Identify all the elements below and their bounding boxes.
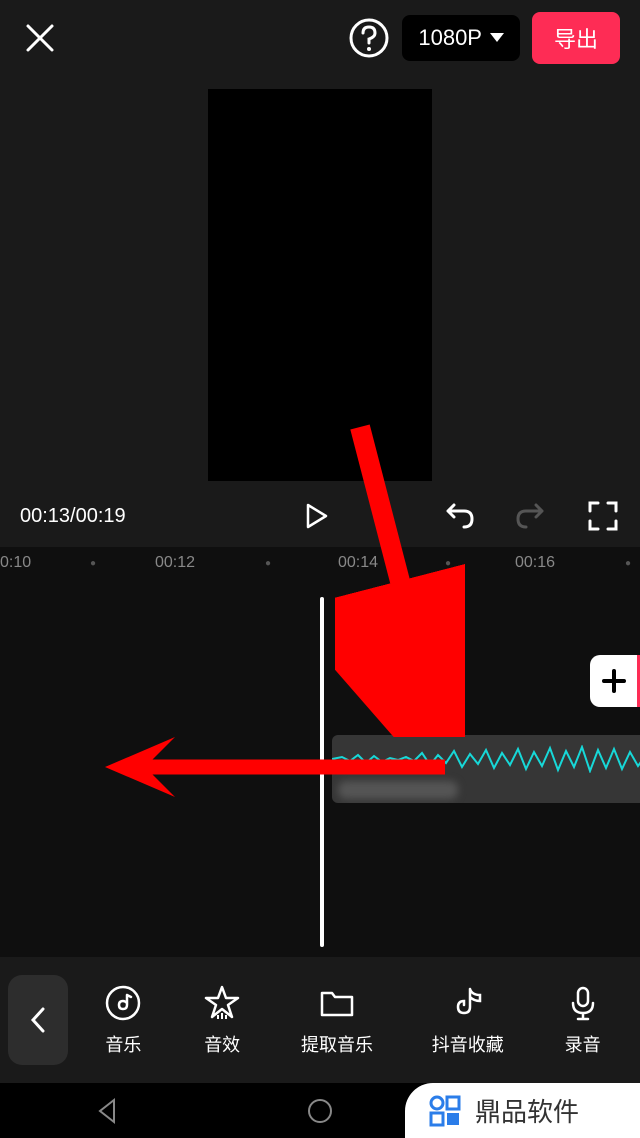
star-icon	[202, 983, 242, 1023]
nav-home-icon[interactable]	[305, 1096, 335, 1126]
tool-sound-effect[interactable]: 音效	[202, 983, 242, 1057]
resolution-button[interactable]: 1080P	[402, 15, 520, 61]
watermark-logo-icon	[425, 1091, 465, 1131]
tool-record[interactable]: 录音	[563, 983, 603, 1057]
tool-label: 音效	[204, 1031, 240, 1057]
system-nav-bar: 鼎品软件	[0, 1083, 640, 1138]
resolution-label: 1080P	[418, 25, 482, 51]
tool-label: 录音	[565, 1031, 601, 1057]
tool-tiktok-favorites[interactable]: 抖音收藏	[432, 983, 504, 1057]
plus-icon	[599, 666, 629, 696]
help-icon[interactable]	[348, 17, 390, 59]
tool-label: 音乐	[105, 1031, 141, 1057]
tool-music[interactable]: 音乐	[103, 983, 143, 1057]
time-display: 00:13/00:19	[20, 505, 190, 528]
annotation-arrow-left	[105, 727, 455, 807]
playback-controls: 00:13/00:19	[0, 485, 640, 547]
close-icon[interactable]	[20, 18, 60, 58]
ruler-mark: 00:12	[155, 554, 195, 572]
add-clip-button[interactable]	[590, 655, 640, 707]
export-button[interactable]: 导出	[532, 12, 620, 64]
watermark-badge: 鼎品软件	[405, 1083, 640, 1138]
ruler-mark: 0:10	[0, 554, 31, 572]
tiktok-icon	[448, 983, 488, 1023]
tool-label: 提取音乐	[301, 1031, 373, 1057]
preview-area	[0, 75, 640, 485]
header-bar: 1080P 导出	[0, 0, 640, 75]
play-icon[interactable]	[301, 501, 331, 531]
timeline[interactable]: 0:10 ● 00:12 ● 00:14 ● 00:16 ●	[0, 547, 640, 957]
nav-back-icon[interactable]	[92, 1096, 122, 1126]
chevron-left-icon	[28, 1005, 48, 1035]
watermark-text: 鼎品软件	[475, 1092, 579, 1129]
toolbar-back-button[interactable]	[8, 975, 68, 1065]
chevron-down-icon	[490, 33, 504, 42]
redo-icon[interactable]	[514, 499, 548, 533]
audio-toolbar: 音乐 音效 提取音乐 抖音收藏 录音	[0, 957, 640, 1083]
fullscreen-icon[interactable]	[586, 499, 620, 533]
tool-label: 抖音收藏	[432, 1031, 504, 1057]
ruler-mark: 00:16	[515, 554, 555, 572]
microphone-icon	[563, 983, 603, 1023]
folder-icon	[317, 983, 357, 1023]
music-disc-icon	[103, 983, 143, 1023]
annotation-arrowhead-down	[335, 417, 465, 737]
tool-extract-music[interactable]: 提取音乐	[301, 983, 373, 1057]
time-ruler: 0:10 ● 00:12 ● 00:14 ● 00:16 ●	[0, 547, 640, 579]
